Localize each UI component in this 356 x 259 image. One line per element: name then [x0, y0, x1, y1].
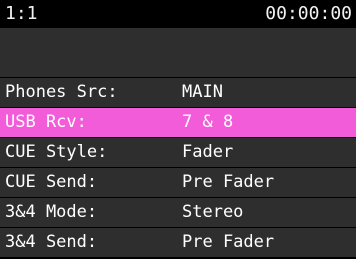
menu-item-value: Fader: [182, 142, 234, 162]
menu-item-usb-rcv[interactable]: USB Rcv: 7 & 8: [0, 108, 356, 137]
menu-item-label: USB Rcv:: [5, 112, 87, 132]
header-band: [0, 28, 356, 77]
menu-item-value: Stereo: [182, 202, 244, 222]
time-display: 00:00:00: [265, 3, 352, 24]
menu-item-label: Phones Src:: [5, 82, 118, 102]
menu-item-value: 7 & 8: [182, 112, 234, 132]
menu-item-cue-send[interactable]: CUE Send: Pre Fader: [0, 168, 356, 197]
channel-indicator: 1:1: [5, 3, 38, 24]
menu-item-34-send[interactable]: 3&4 Send: Pre Fader: [0, 228, 356, 257]
menu-item-value: MAIN: [182, 82, 223, 102]
menu-item-cue-style[interactable]: CUE Style: Fader: [0, 138, 356, 167]
device-screen: 1:1 00:00:00 Phones Src: MAIN USB Rcv: 7…: [0, 0, 356, 259]
menu-item-34-mode[interactable]: 3&4 Mode: Stereo: [0, 198, 356, 227]
menu-item-label: CUE Style:: [5, 142, 108, 162]
menu-item-label: CUE Send:: [5, 172, 98, 192]
menu-item-value: Pre Fader: [182, 232, 275, 252]
settings-menu: Phones Src: MAIN USB Rcv: 7 & 8 CUE Styl…: [0, 78, 356, 258]
menu-item-phones-src[interactable]: Phones Src: MAIN: [0, 78, 356, 107]
menu-item-value: Pre Fader: [182, 172, 275, 192]
menu-item-label: 3&4 Send:: [5, 232, 98, 252]
menu-item-label: 3&4 Mode:: [5, 202, 98, 222]
status-bar: 1:1 00:00:00: [0, 0, 356, 28]
